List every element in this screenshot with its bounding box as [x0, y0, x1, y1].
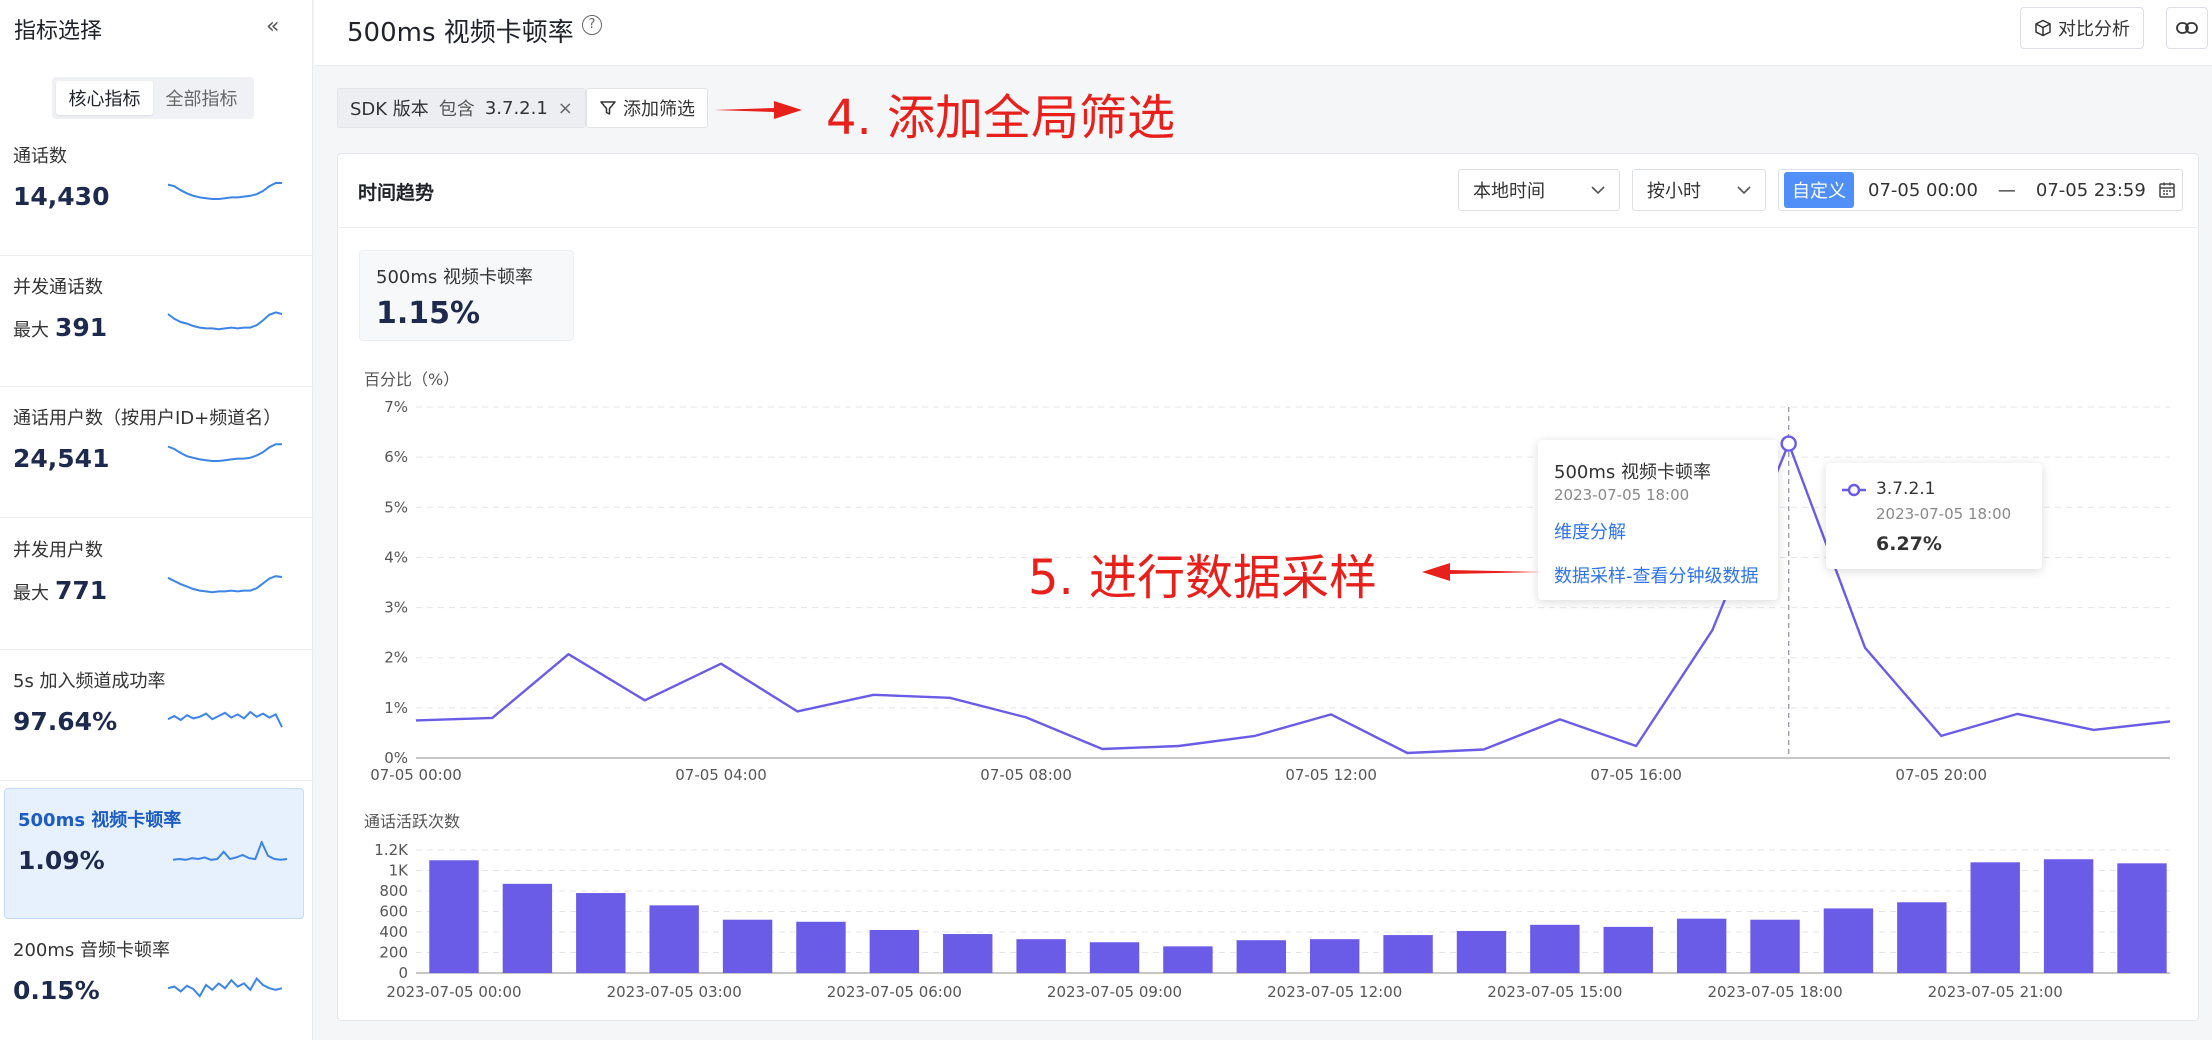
- bar-y-tick-label: 1K: [389, 862, 410, 880]
- activity-bar: [502, 883, 553, 973]
- bar-y-tick-label: 400: [379, 923, 408, 941]
- bar-x-tick-label: 2023-07-05 12:00: [1267, 983, 1402, 1001]
- bar-x-tick-label: 2023-07-05 21:00: [1928, 983, 2063, 1001]
- dimension-breakdown-link[interactable]: 维度分解: [1554, 518, 1626, 544]
- activity-bar: [2043, 859, 2094, 973]
- annotation-data-sampling: 5. 进行数据采样: [1028, 550, 1378, 606]
- activity-bar: [869, 929, 920, 973]
- line-y-tick-label: 0%: [384, 749, 408, 767]
- data-sampling-link[interactable]: 数据采样-查看分钟级数据: [1554, 562, 1759, 588]
- line-y-axis-label: 百分比（%）: [364, 370, 459, 389]
- activity-bar: [943, 934, 993, 973]
- point-value-tooltip: 3.7.2.1 2023-07-05 18:00 6.27%: [1826, 463, 2042, 569]
- activity-bar: [1603, 926, 1653, 973]
- annotation-arrow-sampling: [1422, 563, 1542, 581]
- activity-bar: [1456, 930, 1507, 973]
- activity-bar: [1897, 902, 1947, 973]
- line-y-tick-label: 6%: [384, 448, 408, 466]
- bar-y-tick-label: 1.2K: [374, 841, 409, 859]
- bar-y-tick-label: 0: [398, 964, 408, 982]
- bar-x-tick-label: 2023-07-05 06:00: [827, 983, 962, 1001]
- activity-bar: [429, 860, 479, 973]
- line-x-tick-label: 07-05 08:00: [980, 766, 1072, 784]
- activity-bar: [1236, 940, 1287, 973]
- activity-bar: [576, 893, 626, 973]
- bar-x-tick-label: 2023-07-05 00:00: [386, 983, 521, 1001]
- activity-bar: [2117, 863, 2167, 973]
- activity-bar: [796, 921, 846, 973]
- series-marker-icon: [1842, 483, 1866, 497]
- activity-bar: [1823, 908, 1874, 973]
- bar-y-tick-label: 600: [379, 903, 408, 921]
- line-y-tick-label: 4%: [384, 548, 408, 566]
- activity-bar: [1530, 924, 1580, 973]
- activity-bar: [1676, 918, 1727, 973]
- activity-bar: [1970, 862, 2020, 973]
- line-x-tick-label: 07-05 16:00: [1590, 766, 1682, 784]
- line-y-tick-label: 3%: [384, 599, 408, 617]
- activity-bar: [1750, 919, 1800, 973]
- activity-bar: [1383, 935, 1433, 973]
- activity-bar: [722, 919, 773, 973]
- line-x-tick-label: 07-05 00:00: [370, 766, 462, 784]
- line-y-tick-label: 7%: [384, 398, 408, 416]
- line-y-tick-label: 1%: [384, 699, 408, 717]
- bar-y-tick-label: 200: [379, 944, 408, 962]
- activity-bar: [1309, 939, 1360, 973]
- tooltip-series-name: 3.7.2.1: [1876, 479, 1936, 499]
- bar-x-tick-label: 2023-07-05 03:00: [607, 983, 742, 1001]
- line-y-tick-label: 2%: [384, 649, 408, 667]
- activity-bar: [1089, 942, 1140, 973]
- activity-bar: [649, 905, 699, 973]
- tooltip-value: 6.27%: [1876, 533, 1942, 555]
- app-root: 指标选择 « 核心指标 全部指标 通话数 14,430 并发通话数 最大 391 通话用户…: [0, 0, 2212, 1040]
- point-action-menu: 500ms 视频卡顿率 2023-07-05 18:00 维度分解 数据采样-查…: [1538, 440, 1778, 600]
- bar-x-tick-label: 2023-07-05 09:00: [1047, 983, 1182, 1001]
- bar-y-tick-label: 800: [379, 882, 408, 900]
- series-point: [1780, 435, 1797, 452]
- bar-x-tick-label: 2023-07-05 15:00: [1487, 983, 1622, 1001]
- menu-time: 2023-07-05 18:00: [1554, 486, 1690, 504]
- activity-bar: [1163, 946, 1213, 973]
- line-y-tick-label: 5%: [384, 498, 408, 516]
- bar-y-axis-label: 通话活跃次数: [364, 812, 460, 831]
- menu-title: 500ms 视频卡顿率: [1554, 462, 1711, 483]
- line-x-tick-label: 07-05 04:00: [675, 766, 767, 784]
- line-x-tick-label: 07-05 20:00: [1895, 766, 1987, 784]
- line-x-tick-label: 07-05 12:00: [1285, 766, 1377, 784]
- activity-bar: [1016, 939, 1066, 973]
- bar-x-tick-label: 2023-07-05 18:00: [1707, 983, 1842, 1001]
- tooltip-time: 2023-07-05 18:00: [1876, 505, 2012, 523]
